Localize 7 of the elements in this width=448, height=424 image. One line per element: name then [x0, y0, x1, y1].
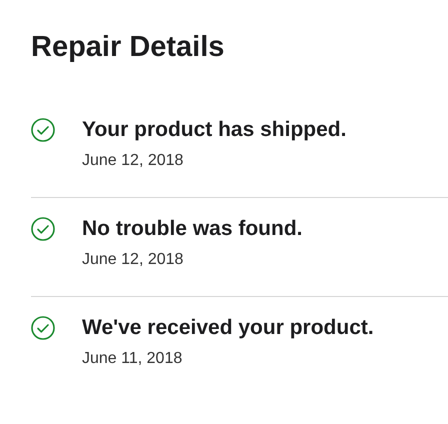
page-title: Repair Details — [31, 30, 224, 65]
status-heading: Your product has shipped. — [82, 117, 346, 143]
status-date: June 12, 2018 — [82, 151, 184, 171]
status-heading: We've received your product. — [82, 315, 374, 341]
status-date: June 11, 2018 — [82, 349, 184, 369]
status-date: June 12, 2018 — [82, 250, 184, 270]
status-heading: No trouble was found. — [82, 216, 302, 242]
